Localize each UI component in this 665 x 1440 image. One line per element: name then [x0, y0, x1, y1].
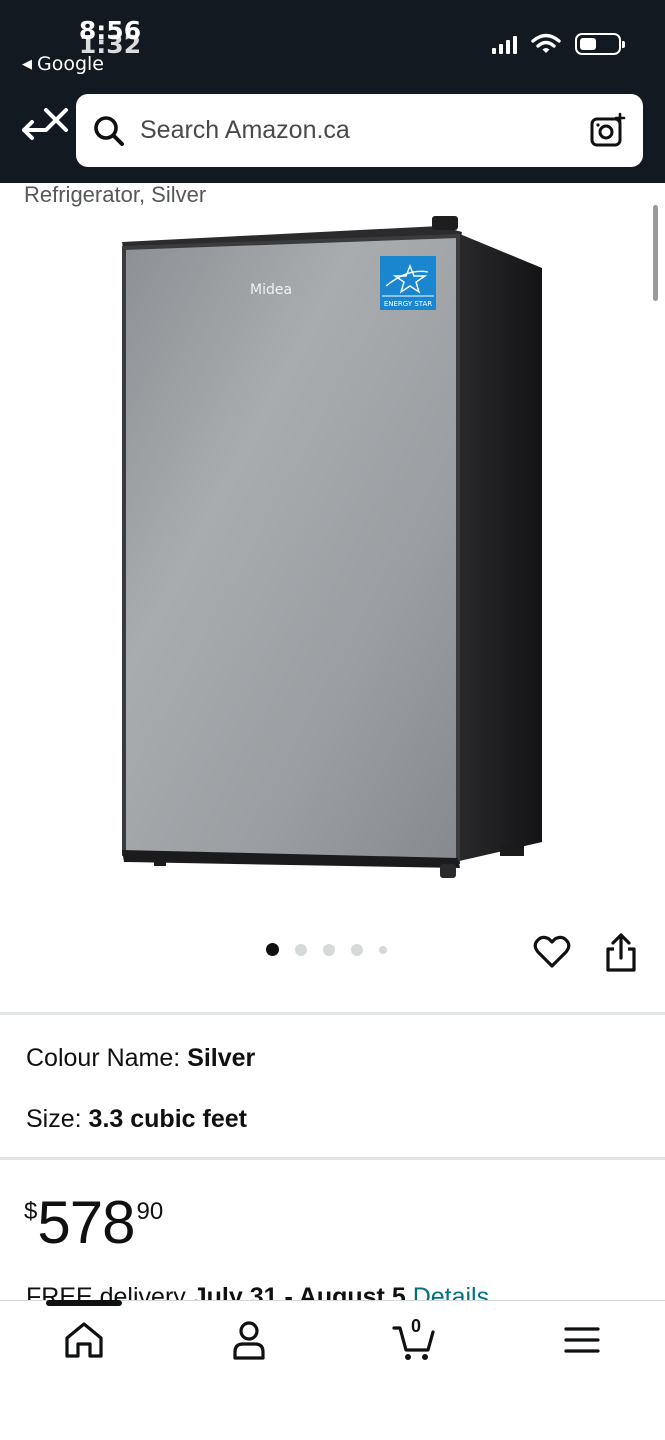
size-value: 3.3 cubic feet [88, 1105, 247, 1133]
heart-icon[interactable] [532, 932, 572, 972]
image-carousel-dots[interactable] [266, 943, 387, 956]
status-icons [492, 33, 625, 55]
close-back-icon[interactable] [18, 102, 74, 152]
back-triangle-icon: ◀ [22, 56, 32, 72]
search-bar[interactable] [76, 94, 643, 167]
price-currency-symbol: $ [24, 1198, 38, 1225]
cellular-signal-icon [492, 34, 517, 54]
home-icon[interactable] [62, 1318, 106, 1362]
camera-search-icon[interactable] [589, 112, 627, 148]
product-title-fragment: Refrigerator, Silver [24, 182, 207, 207]
account-icon[interactable] [227, 1318, 271, 1362]
back-to-app-link[interactable]: ◀ Google [22, 53, 104, 75]
energy-star-text: ENERGY STAR [384, 300, 432, 308]
energy-star-badge: ENERGY STAR [380, 256, 436, 310]
carousel-dot-2[interactable] [295, 943, 307, 956]
battery-icon [575, 33, 625, 55]
carousel-dot-5[interactable] [379, 945, 387, 954]
section-divider [0, 1012, 665, 1015]
search-icon[interactable] [92, 114, 126, 148]
carousel-dot-1[interactable] [266, 943, 279, 956]
app-header: 8:56 1:32 ◀ Google [0, 0, 665, 183]
scrollbar[interactable] [653, 205, 658, 301]
colour-selector[interactable]: Colour Name: Silver [26, 1044, 255, 1073]
active-tab-indicator [46, 1300, 122, 1306]
price-whole: 578 [37, 1189, 135, 1256]
carousel-dot-4[interactable] [351, 943, 363, 956]
section-divider [0, 1157, 665, 1160]
product-image[interactable]: Midea ENERGY STAR [110, 212, 560, 882]
search-input[interactable] [140, 116, 560, 145]
price-fraction: 90 [136, 1198, 164, 1225]
wifi-icon [531, 33, 561, 53]
size-selector[interactable]: Size: 3.3 cubic feet [26, 1105, 247, 1134]
back-app-label: Google [37, 53, 105, 75]
size-label: Size: [26, 1105, 82, 1133]
share-icon[interactable] [602, 932, 640, 974]
brand-logo-text: Midea [250, 282, 292, 298]
cart-button[interactable]: 0 [392, 1316, 436, 1362]
cart-count: 0 [410, 1316, 421, 1336]
colour-label: Colour Name: [26, 1044, 181, 1072]
menu-icon[interactable] [560, 1318, 604, 1362]
price: $ 578 90 [24, 1188, 163, 1258]
carousel-dot-3[interactable] [323, 943, 335, 956]
colour-value: Silver [187, 1044, 256, 1072]
